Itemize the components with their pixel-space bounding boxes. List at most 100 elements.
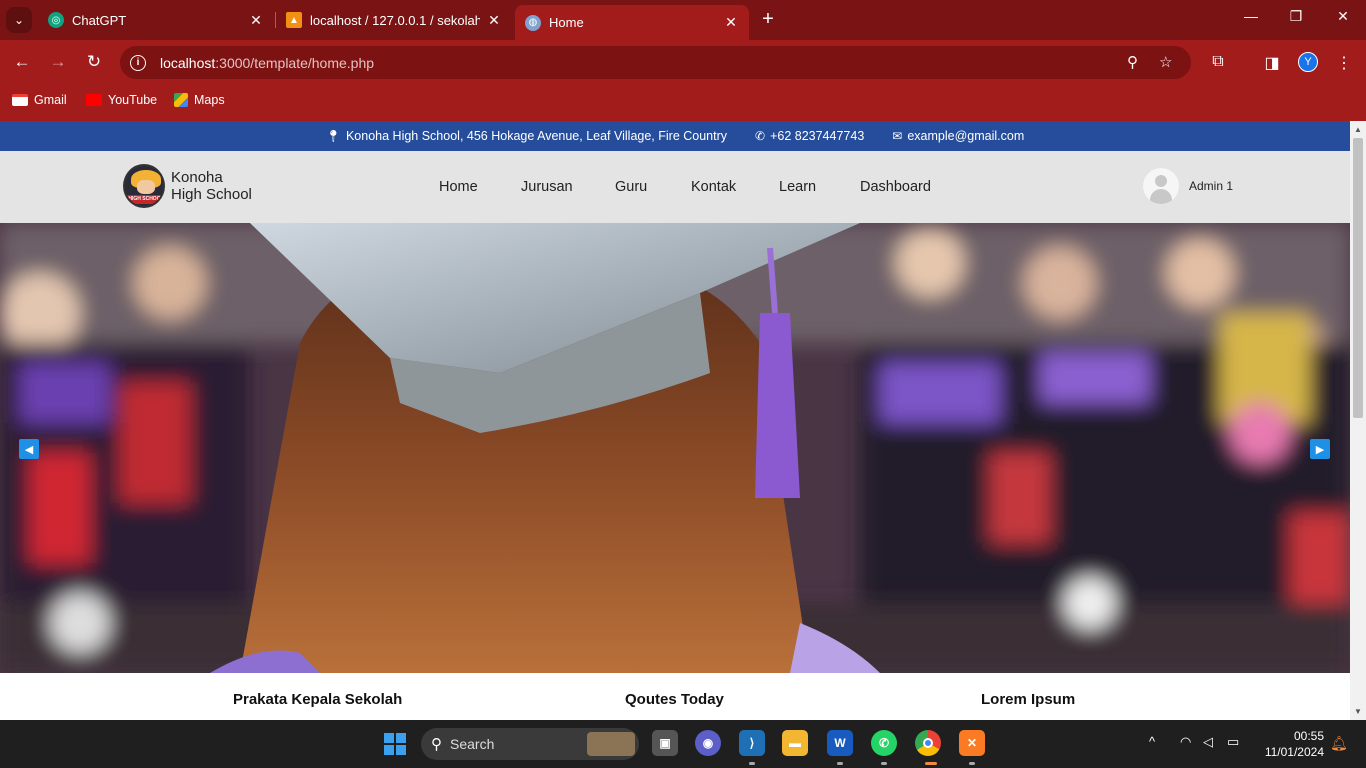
slider-next-button[interactable]: ▶ bbox=[1310, 439, 1330, 459]
nav-dashboard[interactable]: Dashboard bbox=[860, 179, 931, 195]
running-indicator bbox=[749, 762, 755, 765]
bookmark-star-icon[interactable]: ☆ bbox=[1159, 53, 1172, 71]
side-panel-icon[interactable]: ◨ bbox=[1262, 53, 1282, 73]
maps-icon bbox=[174, 93, 188, 107]
clock-time: 00:55 bbox=[1293, 729, 1324, 743]
email-text: example@gmail.com bbox=[907, 129, 1025, 143]
bookmark-label: Maps bbox=[194, 93, 225, 107]
user-avatar-icon bbox=[1143, 168, 1179, 204]
phone-icon: ✆ bbox=[755, 129, 766, 143]
bookmarks-bar: Gmail YouTube Maps bbox=[0, 85, 1366, 117]
extensions-icon[interactable]: ⧉ bbox=[1208, 53, 1228, 71]
chrome-icon[interactable] bbox=[915, 730, 941, 756]
topbar-phone: ✆ +62 8237447743 bbox=[755, 129, 864, 143]
close-icon[interactable]: ✕ bbox=[486, 12, 502, 29]
browser-toolbar: ← → ↻ i localhost:3000/template/home.php… bbox=[0, 40, 1366, 85]
slider-prev-button[interactable]: ◀ bbox=[19, 439, 39, 459]
wifi-icon[interactable]: ◠ bbox=[1180, 734, 1191, 750]
running-indicator bbox=[837, 762, 843, 765]
tab-title: localhost / 127.0.0.1 / sekolah / bbox=[310, 12, 480, 28]
user-menu[interactable]: Admin 1 bbox=[1143, 168, 1233, 204]
restore-icon[interactable]: ❐ bbox=[1286, 8, 1306, 25]
running-indicator bbox=[881, 762, 887, 765]
scroll-down-icon[interactable]: ▼ bbox=[1354, 707, 1362, 716]
minimize-icon[interactable]: — bbox=[1241, 8, 1261, 24]
map-marker-icon: 📍︎ bbox=[325, 129, 341, 143]
reload-button[interactable]: ↻ bbox=[83, 52, 105, 72]
back-button[interactable]: ← bbox=[11, 52, 33, 72]
task-view-icon[interactable]: ▣ bbox=[652, 730, 678, 756]
battery-icon[interactable]: ▭ bbox=[1227, 734, 1239, 750]
whatsapp-icon[interactable]: ✆ bbox=[871, 730, 897, 756]
word-icon[interactable]: W bbox=[827, 730, 853, 756]
tab-phpmyadmin[interactable]: ▲ localhost / 127.0.0.1 / sekolah / ✕ bbox=[276, 5, 512, 35]
tab-search-button[interactable]: ⌄ bbox=[6, 7, 32, 33]
main-navbar: HIGH SCHOOL Konoha High School Home Juru… bbox=[0, 151, 1350, 223]
nav-home[interactable]: Home bbox=[439, 179, 521, 195]
xampp-icon[interactable]: ✕ bbox=[959, 730, 985, 756]
close-icon[interactable]: ✕ bbox=[248, 12, 264, 29]
menu-kebab-icon[interactable]: ⋮ bbox=[1334, 53, 1354, 73]
nav-learn[interactable]: Learn bbox=[779, 179, 860, 195]
scroll-thumb[interactable] bbox=[1353, 138, 1363, 418]
chatgpt-icon: ◎ bbox=[48, 12, 64, 28]
profile-initial: Y bbox=[1304, 56, 1312, 68]
windows-taskbar: ⚲ Search ▣ ◉ ⟩ ▬ W ✆ ✕ ^ ◠ ◁ ▭ 00:55 11/… bbox=[0, 720, 1366, 768]
search-highlight-image bbox=[587, 732, 635, 756]
new-tab-button[interactable]: + bbox=[758, 8, 778, 30]
section-title-prakata: Prakata Kepala Sekolah bbox=[233, 691, 403, 708]
nav-guru[interactable]: Guru bbox=[615, 179, 691, 195]
nav-kontak[interactable]: Kontak bbox=[691, 179, 779, 195]
windows-start-icon[interactable] bbox=[384, 733, 406, 755]
address-host: localhost bbox=[160, 54, 216, 71]
forward-button[interactable]: → bbox=[47, 52, 69, 72]
tab-title: ChatGPT bbox=[72, 12, 127, 28]
notification-bell-icon[interactable]: 🔔︎ bbox=[1330, 735, 1348, 752]
brand[interactable]: HIGH SCHOOL Konoha High School bbox=[123, 164, 252, 208]
tab-home[interactable]: ◍ Home ✕ bbox=[515, 5, 749, 40]
bookmark-gmail[interactable]: Gmail bbox=[12, 93, 67, 107]
graduation-photo bbox=[0, 223, 1350, 673]
show-hidden-icons-chevron[interactable]: ^ bbox=[1149, 734, 1155, 749]
globe-icon: ◍ bbox=[525, 14, 541, 31]
address-text: Konoha High School, 456 Hokage Avenue, L… bbox=[345, 129, 728, 143]
web-page: 📍︎ Konoha High School, 456 Hokage Avenue… bbox=[0, 121, 1350, 720]
vscode-icon[interactable]: ⟩ bbox=[739, 730, 765, 756]
search-icon: ⚲ bbox=[431, 736, 442, 753]
file-explorer-icon[interactable]: ▬ bbox=[782, 730, 808, 756]
bookmark-label: YouTube bbox=[108, 93, 158, 107]
bookmark-youtube[interactable]: YouTube bbox=[86, 93, 157, 107]
address-bar[interactable]: i localhost:3000/template/home.php ⚲ ☆ bbox=[120, 46, 1191, 79]
nav-menu: Home Jurusan Guru Kontak Learn Dashboard bbox=[439, 179, 931, 195]
close-icon[interactable]: ✕ bbox=[723, 14, 739, 31]
section-title-lorem: Lorem Ipsum bbox=[981, 691, 1076, 708]
tab-chatgpt[interactable]: ◎ ChatGPT ✕ bbox=[38, 5, 274, 35]
section-title-quotes: Qoutes Today bbox=[625, 691, 724, 708]
contact-topbar: 📍︎ Konoha High School, 456 Hokage Avenue… bbox=[0, 121, 1350, 151]
taskbar-search[interactable]: ⚲ Search bbox=[421, 728, 639, 760]
system-clock[interactable]: 00:55 11/01/2024 bbox=[1258, 728, 1324, 760]
topbar-email: ✉ example@gmail.com bbox=[892, 129, 1024, 143]
scroll-up-icon[interactable]: ▲ bbox=[1354, 125, 1362, 134]
school-logo: HIGH SCHOOL bbox=[123, 164, 165, 208]
profile-avatar[interactable]: Y bbox=[1298, 52, 1318, 72]
brand-line1: Konoha bbox=[171, 169, 223, 186]
nav-jurusan[interactable]: Jurusan bbox=[521, 179, 615, 195]
site-info-icon[interactable]: i bbox=[130, 54, 146, 71]
envelope-icon: ✉ bbox=[892, 129, 903, 143]
tab-title: Home bbox=[549, 15, 584, 30]
address-url[interactable]: localhost:3000/template/home.php bbox=[160, 55, 374, 71]
brand-name: Konoha High School bbox=[171, 169, 252, 203]
page-scrollbar[interactable]: ▲ ▼ bbox=[1350, 121, 1366, 720]
youtube-icon bbox=[86, 94, 102, 106]
gmail-icon bbox=[12, 94, 28, 106]
window-close-icon[interactable]: ✕ bbox=[1333, 8, 1353, 25]
volume-icon[interactable]: ◁ bbox=[1203, 734, 1213, 750]
bookmark-maps[interactable]: Maps bbox=[174, 93, 225, 107]
address-path: :3000/template/home.php bbox=[215, 54, 375, 71]
zoom-icon[interactable]: ⚲ bbox=[1127, 53, 1138, 71]
topbar-address: 📍︎ Konoha High School, 456 Hokage Avenue… bbox=[326, 129, 727, 143]
user-name: Admin 1 bbox=[1189, 179, 1234, 193]
teams-meet-icon[interactable]: ◉ bbox=[695, 730, 721, 756]
phpmyadmin-icon: ▲ bbox=[286, 12, 302, 28]
